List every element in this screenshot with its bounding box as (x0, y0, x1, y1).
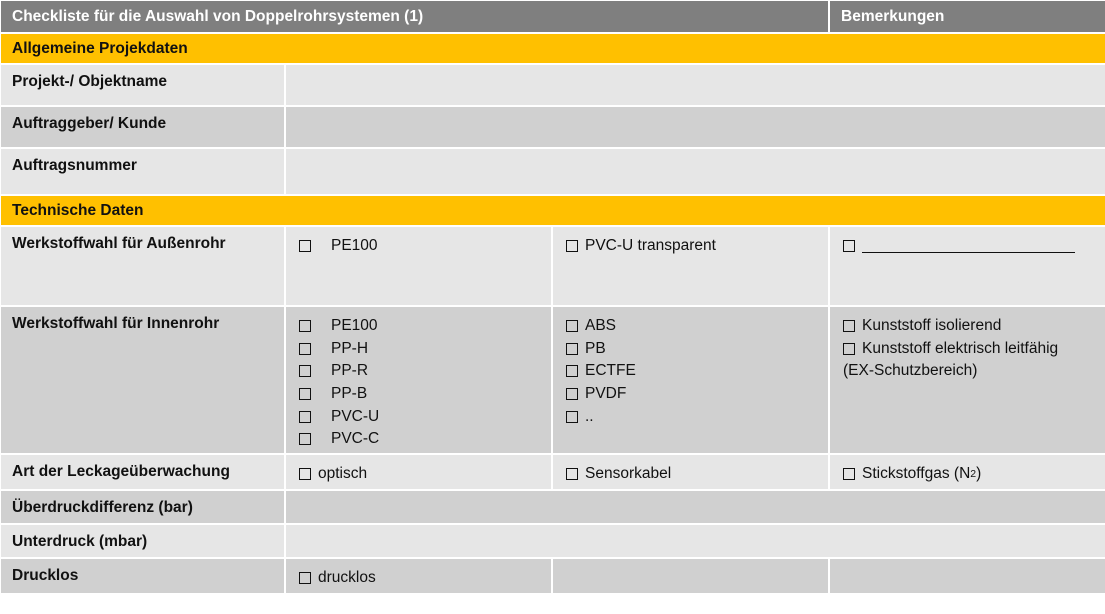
row-project-name: Projekt-/ Objektname (1, 65, 1105, 105)
field-overpressure[interactable] (286, 491, 1105, 523)
checkbox-option[interactable]: PE100 (299, 315, 551, 338)
leak-option-1: optisch (286, 455, 551, 489)
label-leak-monitoring: Art der Leckageüberwachung (1, 455, 284, 489)
section-general: Allgemeine Projekdaten (1, 34, 1105, 63)
pressureless-cell-3[interactable] (830, 559, 1105, 593)
checkbox[interactable] (299, 342, 311, 355)
row-overpressure: Überdruckdifferenz (bar) (1, 491, 1105, 523)
inner-material-options-1: PE100 PP-H PP-R PP-B PVC-U PVC-C (286, 307, 551, 453)
checkbox-option[interactable]: Kunststoff elektrisch leitfähig (843, 338, 1105, 361)
pressureless-option-1: drucklos (286, 559, 551, 593)
label-overpressure: Überdruckdifferenz (bar) (1, 491, 284, 523)
blank-line[interactable] (862, 239, 1076, 254)
checkbox-option[interactable]: ABS (566, 315, 828, 338)
checkbox-option[interactable]: PE100 (299, 235, 551, 258)
checkbox-option[interactable]: Sensorkabel (566, 463, 828, 486)
section-row-general: Allgemeine Projekdaten (1, 34, 1105, 63)
checkbox-option[interactable]: drucklos (299, 567, 551, 590)
leak-option-3: Stickstoffgas (N 2) (830, 455, 1105, 489)
row-underpressure: Unterdruck (mbar) (1, 525, 1105, 557)
checkbox[interactable] (566, 365, 578, 378)
field-order-number[interactable] (286, 149, 1105, 194)
pressureless-cell-2[interactable] (553, 559, 829, 593)
checkbox-option[interactable]: .. (566, 405, 828, 428)
row-client: Auftraggeber/ Kunde (1, 107, 1105, 147)
outer-material-options-2: PVC-U transparent (553, 227, 829, 305)
label-outer-material: Werkstoffwahl für Außenrohr (1, 227, 284, 305)
row-inner-material: Werkstoffwahl für Innenrohr PE100 PP-H P… (1, 307, 1105, 453)
checkbox[interactable] (843, 468, 856, 481)
inner-material-options-3: Kunststoff isolierend Kunststoff elektri… (830, 307, 1105, 453)
checkbox[interactable] (566, 320, 578, 333)
checkbox-option[interactable]: Kunststoff isolierend (843, 315, 1105, 338)
checkbox[interactable] (299, 320, 311, 333)
checkbox[interactable] (566, 410, 578, 423)
option-note: (EX-Schutzbereich) (843, 362, 978, 380)
row-pressureless: Drucklos drucklos (1, 559, 1105, 593)
checkbox[interactable] (843, 320, 856, 333)
label-order-number: Auftragsnummer (1, 149, 284, 194)
field-client[interactable] (286, 107, 1105, 147)
checklist-sheet: Checkliste für die Auswahl von Doppelroh… (0, 0, 1105, 614)
label-pressureless: Drucklos (1, 559, 284, 593)
label-underpressure: Unterdruck (mbar) (1, 525, 284, 557)
checkbox[interactable] (566, 468, 578, 481)
section-row-technical: Technische Daten (1, 196, 1105, 225)
checkbox[interactable] (843, 342, 856, 355)
checkbox-option[interactable]: PVC-C (299, 428, 551, 451)
checkbox-option[interactable]: PB (566, 338, 828, 361)
checkbox-option[interactable]: ECTFE (566, 360, 828, 383)
row-leak-monitoring: Art der Leckageüberwachung optisch Senso… (1, 455, 1105, 489)
checkbox-option[interactable]: PVC-U (299, 405, 551, 428)
checklist-table: Checkliste für die Auswahl von Doppelroh… (0, 0, 1105, 595)
outer-material-other (830, 227, 1105, 305)
checkbox-option[interactable]: PP-B (299, 383, 551, 406)
checkbox[interactable] (299, 240, 311, 253)
checkbox-option[interactable]: optisch (299, 463, 551, 486)
table-title: Checkliste für die Auswahl von Doppelroh… (1, 1, 829, 32)
checkbox[interactable] (566, 342, 578, 355)
label-project-name: Projekt-/ Objektname (1, 65, 284, 105)
field-underpressure[interactable] (286, 525, 1105, 557)
checkbox[interactable] (566, 240, 578, 253)
checkbox[interactable] (299, 433, 311, 446)
row-order-number: Auftragsnummer (1, 149, 1105, 194)
checkbox-option[interactable]: PVC-U transparent (566, 235, 828, 258)
checkbox-option-other[interactable] (843, 235, 1105, 258)
label-client: Auftraggeber/ Kunde (1, 107, 284, 147)
checkbox-option[interactable]: PP-H (299, 338, 551, 361)
checkbox[interactable] (299, 468, 311, 481)
checkbox[interactable] (566, 388, 578, 401)
row-outer-material: Werkstoffwahl für Außenrohr PE100 PVC-U … (1, 227, 1105, 305)
checkbox[interactable] (299, 388, 311, 401)
checkbox[interactable] (299, 365, 311, 378)
checkbox[interactable] (843, 240, 856, 253)
header-row: Checkliste für die Auswahl von Doppelroh… (1, 1, 1105, 32)
checkbox-option[interactable]: PP-R (299, 360, 551, 383)
checkbox-option[interactable]: PVDF (566, 383, 828, 406)
field-project-name[interactable] (286, 65, 1105, 105)
section-technical: Technische Daten (1, 196, 1105, 225)
inner-material-options-2: ABS PB ECTFE PVDF .. (553, 307, 829, 453)
remarks-header: Bemerkungen (830, 1, 1105, 32)
checkbox[interactable] (299, 572, 311, 585)
checkbox[interactable] (299, 410, 311, 423)
leak-option-2: Sensorkabel (553, 455, 829, 489)
label-inner-material: Werkstoffwahl für Innenrohr (1, 307, 284, 453)
checkbox-option[interactable]: Stickstoffgas (N 2) (843, 463, 1105, 486)
outer-material-options-1: PE100 (286, 227, 551, 305)
